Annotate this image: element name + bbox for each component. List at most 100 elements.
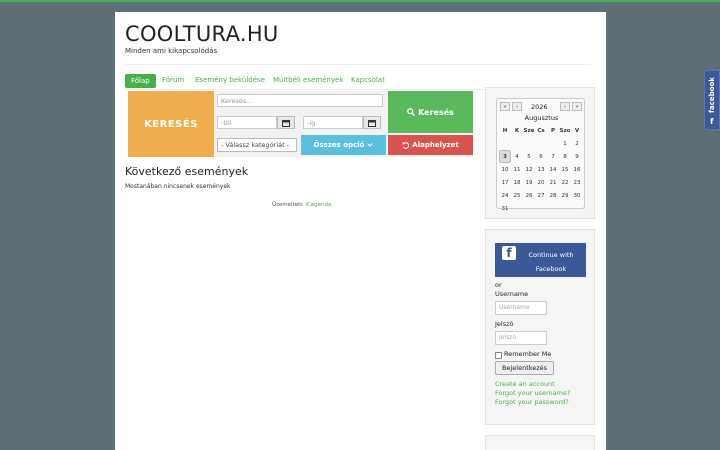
next-month-button[interactable]: › — [560, 102, 570, 111]
calendar-day[interactable]: 30 — [571, 189, 583, 202]
reset-button-label: Alaphelyzet — [412, 141, 459, 149]
calendar-day[interactable]: 29 — [559, 189, 571, 202]
mini-calendar: « ‹ 2026 › » Augusztus H K Sze Cs P Szo V 1 2 3 4 5… — [496, 98, 585, 212]
search-panel: KERESÉS Keresés... -tól -ig - Válassz ka… — [128, 91, 473, 157]
remember-me-label: Remember Me — [504, 350, 552, 358]
nav-item-multbeli-esemenyek[interactable]: Múltbéli események — [273, 76, 343, 84]
date-from-input[interactable]: -tól — [217, 116, 277, 129]
login-button[interactable]: Bejelentkezés — [495, 361, 555, 375]
calendar-day[interactable]: 19 — [523, 176, 535, 189]
remember-me-checkbox[interactable] — [495, 352, 502, 359]
nav-item-esemeny-bekuldese[interactable]: Esemény beküldése — [195, 76, 265, 84]
username-field[interactable]: Username — [495, 301, 547, 315]
facebook-side-tab[interactable]: facebook f — [704, 70, 720, 130]
calendar-day[interactable]: 22 — [559, 176, 571, 189]
calendar-day[interactable]: 6 — [535, 150, 547, 163]
calendar-empty-cell — [535, 202, 547, 215]
calendar-empty-cell — [547, 202, 559, 215]
forgot-username-link[interactable]: Forgot your username? — [495, 389, 570, 397]
create-account-link[interactable]: Create an account — [495, 380, 555, 388]
calendar-day[interactable]: 12 — [523, 163, 535, 176]
no-events-text: Mostanában nincsenek események — [125, 183, 231, 190]
calendar-day[interactable]: 25 — [511, 189, 523, 202]
calendar-grid: H K Sze Cs P Szo V 1 2 3 4 5 6 7 8 9 10 11 12 13 14 15 16 17 18 1… — [499, 124, 583, 215]
calendar-day[interactable]: 18 — [511, 176, 523, 189]
calendar-month: Augusztus — [524, 114, 559, 122]
username-label: Username — [495, 290, 529, 298]
calendar-day[interactable]: 26 — [523, 189, 535, 202]
powered-by: Üzemelteti: iCagenda — [272, 202, 331, 208]
calendar-empty-cell — [535, 137, 547, 150]
calendar-day[interactable]: 5 — [523, 150, 535, 163]
calendar-empty-cell — [547, 137, 559, 150]
date-from-calendar-button[interactable] — [277, 116, 295, 129]
weekday-header: P — [550, 127, 556, 134]
powered-by-text: Üzemelteti: — [272, 202, 304, 208]
sidebar-widget — [485, 435, 595, 450]
next-year-button[interactable]: » — [572, 102, 582, 111]
facebook-login-button[interactable]: f Continue with Facebook — [495, 243, 586, 277]
all-options-label: Összes opció — [313, 141, 365, 149]
calendar-day[interactable]: 4 — [511, 150, 523, 163]
calendar-day[interactable]: 10 — [499, 163, 511, 176]
calendar-day[interactable]: 11 — [511, 163, 523, 176]
calendar-empty-cell — [523, 202, 535, 215]
login-widget: f Continue with Facebook or Username Use… — [485, 229, 595, 425]
nav-item-folap[interactable]: Főlap — [125, 74, 156, 88]
calendar-day[interactable]: 31 — [499, 202, 511, 215]
calendar-day[interactable]: 15 — [559, 163, 571, 176]
weekday-header: Sze — [523, 127, 535, 134]
calendar-empty-cell — [499, 137, 511, 150]
reset-button[interactable]: Alaphelyzet — [388, 135, 473, 155]
calendar-day[interactable]: 7 — [547, 150, 559, 163]
weekday-header: V — [574, 127, 580, 134]
forgot-password-link[interactable]: Forgot your password? — [495, 398, 569, 406]
icagenda-link[interactable]: iCagenda — [305, 202, 331, 208]
calendar-day[interactable]: 14 — [547, 163, 559, 176]
calendar-day[interactable]: 2 — [571, 137, 583, 150]
calendar-day[interactable]: 9 — [571, 150, 583, 163]
calendar-year: 2026 — [531, 103, 548, 111]
chevron-down-icon — [367, 143, 374, 147]
calendar-widget: « ‹ 2026 › » Augusztus H K Sze Cs P Szo V 1 2 3 4 5… — [485, 87, 595, 219]
calendar-day[interactable]: 28 — [547, 189, 559, 202]
weekday-header: Szo — [559, 127, 571, 134]
calendar-day[interactable]: 24 — [499, 189, 511, 202]
nav-item-kapcsolat[interactable]: Kapcsolat — [351, 76, 385, 84]
search-icon — [407, 108, 416, 116]
prev-year-button[interactable]: « — [500, 102, 510, 111]
calendar-day[interactable]: 27 — [535, 189, 547, 202]
calendar-day[interactable]: 1 — [559, 137, 571, 150]
all-options-button[interactable]: Összes opció — [301, 135, 386, 155]
prev-month-button[interactable]: ‹ — [512, 102, 522, 111]
calendar-day[interactable]: 13 — [535, 163, 547, 176]
calendar-empty-cell — [523, 137, 535, 150]
date-to-input[interactable]: -ig — [303, 116, 363, 129]
calendar-day[interactable]: 23 — [571, 176, 583, 189]
or-text: or — [495, 281, 502, 289]
upcoming-events-heading: Következő események — [125, 165, 249, 178]
weekday-header: Cs — [537, 127, 545, 134]
facebook-login-label: Continue with Facebook — [528, 251, 574, 273]
undo-icon — [402, 141, 410, 149]
site-subtitle: Minden ami kikapcsolódás — [125, 47, 218, 55]
search-button[interactable]: Keresés — [388, 91, 473, 133]
calendar-empty-cell — [559, 202, 571, 215]
nav-item-forum[interactable]: Fórum — [162, 76, 184, 84]
calendar-day[interactable]: 16 — [571, 163, 583, 176]
calendar-day[interactable]: 17 — [499, 176, 511, 189]
calendar-icon — [282, 119, 290, 127]
site-title[interactable]: COOLTURA.HU — [125, 22, 279, 46]
category-select[interactable]: - Válassz kategóriát - — [217, 138, 297, 152]
calendar-icon — [368, 119, 376, 127]
calendar-day[interactable]: 3 — [499, 150, 511, 163]
calendar-day[interactable]: 20 — [535, 176, 547, 189]
calendar-day[interactable]: 8 — [559, 150, 571, 163]
keyword-input[interactable]: Keresés... — [217, 94, 383, 107]
facebook-icon: f — [502, 246, 516, 260]
search-panel-label: KERESÉS — [128, 91, 214, 157]
calendar-day[interactable]: 21 — [547, 176, 559, 189]
facebook-side-tab-label: facebook — [708, 77, 716, 113]
date-to-calendar-button[interactable] — [363, 116, 381, 129]
password-field[interactable]: Jelszó — [495, 331, 547, 345]
